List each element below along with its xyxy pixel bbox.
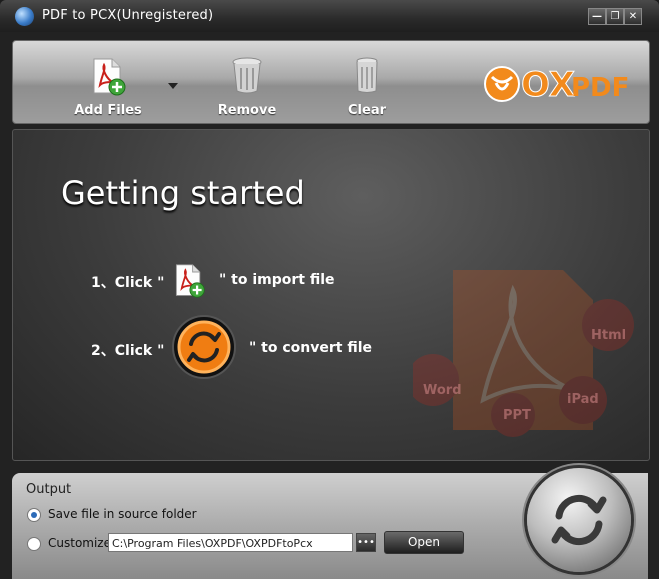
convert-button[interactable] (527, 468, 631, 572)
clear-label: Clear (348, 103, 386, 118)
remove-label: Remove (217, 103, 277, 118)
customize-radio[interactable] (27, 537, 41, 551)
decor-label-html: Html (591, 328, 627, 343)
step1-add-file-icon (175, 264, 205, 298)
step1-suffix: " to import file (219, 272, 335, 288)
add-file-pdf-icon (93, 58, 126, 96)
window-title: PDF to PCX(Unregistered) (42, 8, 214, 23)
getting-started-panel: Html Word PPT iPad Getting started 1、Cli… (12, 129, 650, 461)
output-label: Output (26, 482, 72, 497)
clear-bin-icon (356, 57, 378, 93)
save-in-source-label[interactable]: Save file in source folder (48, 507, 197, 521)
open-button[interactable]: Open (384, 531, 464, 554)
browse-button[interactable]: ••• (356, 533, 376, 552)
close-button[interactable]: ✕ (624, 8, 642, 25)
customize-label[interactable]: Customize (48, 536, 111, 550)
decor-label-ipad: iPad (567, 392, 599, 407)
step2-prefix: 2、Click " (91, 343, 165, 359)
ox-head-icon (484, 66, 520, 102)
title-bar[interactable]: PDF to PCX(Unregistered) — ❐ ✕ (0, 0, 659, 32)
app-window: PDF to PCX(Unregistered) — ❐ ✕ Add Files (0, 0, 659, 579)
step2-convert-icon (172, 315, 236, 379)
logo-ox-text: OX (521, 65, 576, 106)
convert-arrows-icon (551, 494, 607, 546)
decor-label-word: Word (423, 383, 462, 398)
toolbar: Add Files Remove Clear OX PDF (12, 40, 650, 124)
decorative-formats-icon (413, 270, 634, 437)
step1-prefix: 1、Click " (91, 275, 165, 291)
getting-started-heading: Getting started (61, 174, 305, 212)
decor-label-ppt: PPT (503, 408, 531, 423)
restore-button[interactable]: ❐ (606, 8, 624, 25)
output-path-field[interactable]: C:\Program Files\OXPDF\OXPDFtoPcx (108, 533, 353, 552)
add-files-label: Add Files (74, 103, 142, 118)
app-globe-icon (15, 7, 34, 26)
add-files-dropdown-arrow[interactable] (168, 83, 178, 89)
step2-suffix: " to convert file (249, 340, 372, 356)
save-in-source-radio[interactable] (27, 508, 41, 522)
minimize-button[interactable]: — (588, 8, 606, 25)
logo-pdf-text: PDF (571, 73, 630, 103)
trash-can-icon (232, 57, 262, 94)
